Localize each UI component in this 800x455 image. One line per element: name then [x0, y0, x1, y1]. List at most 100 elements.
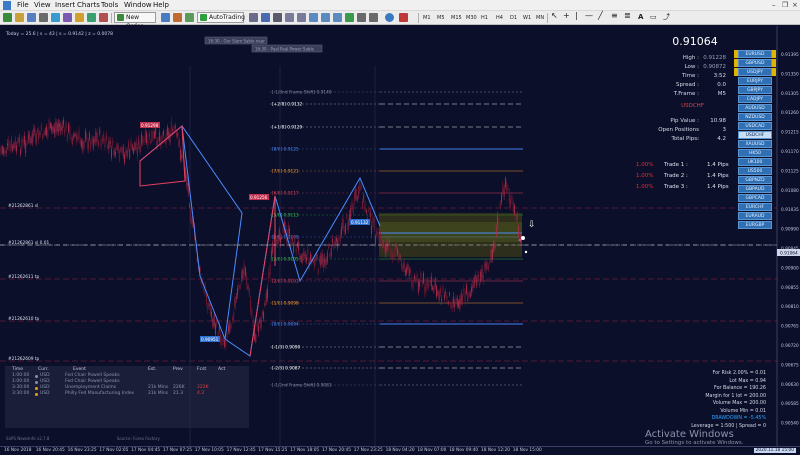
- down-arrow-icon: ⇩: [528, 220, 536, 230]
- cursor-icon[interactable]: ↖: [551, 12, 558, 20]
- autoscroll-icon[interactable]: [333, 13, 342, 22]
- tf-m30[interactable]: M30: [466, 14, 477, 22]
- market-watch-icon[interactable]: [39, 13, 48, 22]
- horizontal-line-icon[interactable]: —: [585, 12, 593, 20]
- menu-window[interactable]: Window: [124, 0, 152, 11]
- equidistant-channel-icon[interactable]: ≡: [611, 12, 618, 20]
- candle-body: [155, 127, 157, 135]
- symbol-button-gbpnzd[interactable]: GBPNZD: [738, 176, 772, 184]
- timeframe-label: T.Frame :: [673, 91, 699, 97]
- menu-view[interactable]: View: [34, 0, 51, 11]
- candle-body: [10, 138, 12, 149]
- tf-m1[interactable]: M1: [423, 14, 431, 22]
- bar-chart-icon[interactable]: [249, 13, 258, 22]
- menu-help[interactable]: Help: [153, 0, 169, 11]
- autotrading-button[interactable]: AutoTrading: [197, 12, 245, 23]
- symbol-button-nzdusd[interactable]: NZDUSD: [738, 113, 772, 121]
- alerts-icon[interactable]: [99, 13, 108, 22]
- candle-body: [104, 139, 106, 148]
- tf-mn[interactable]: MN: [536, 14, 544, 22]
- symbol-button-gbpaud[interactable]: GBPAUD: [738, 185, 772, 193]
- fibonacci-icon[interactable]: ≣: [624, 12, 631, 20]
- indicators-icon[interactable]: [345, 13, 354, 22]
- menu-charts[interactable]: Charts: [77, 0, 100, 11]
- record-icon[interactable]: [399, 13, 408, 22]
- market-icon[interactable]: [185, 13, 194, 22]
- text-label-icon[interactable]: ▭: [650, 13, 657, 21]
- profiles-icon[interactable]: [27, 13, 36, 22]
- tf-w1[interactable]: W1: [523, 14, 531, 22]
- vertical-line-icon[interactable]: |: [575, 12, 578, 20]
- navigator-icon[interactable]: [63, 13, 72, 22]
- candle-body: [306, 257, 307, 261]
- new-order-button[interactable]: New Order: [114, 12, 156, 30]
- symbol-button-euraud[interactable]: EURAUD: [738, 212, 772, 220]
- symbol-button-eurgbp[interactable]: EURGBP: [738, 221, 772, 229]
- candle-body: [503, 188, 505, 197]
- restore-icon[interactable]: ❐: [782, 1, 788, 10]
- candle-body: [309, 254, 311, 261]
- zoom-in-icon[interactable]: [285, 13, 294, 22]
- tf-d1[interactable]: D1: [510, 14, 517, 22]
- line-chart-icon[interactable]: [273, 13, 282, 22]
- symbol-button-hk50[interactable]: HK50: [738, 149, 772, 157]
- tile-windows-icon[interactable]: [309, 13, 318, 22]
- metaeditor-icon[interactable]: [161, 13, 170, 22]
- candle-body: [49, 123, 51, 128]
- templates-icon[interactable]: [369, 13, 378, 22]
- symbol-button-audusd[interactable]: AUDUSD: [738, 104, 772, 112]
- symbol-button-gbpcad[interactable]: GBPCAD: [738, 194, 772, 202]
- candle-body: [363, 194, 365, 201]
- symbol-button-us500[interactable]: US500: [738, 167, 772, 175]
- zoom-out-icon[interactable]: [297, 13, 306, 22]
- symbol-button-eurjpy[interactable]: EURJPY: [738, 77, 772, 85]
- menu-file[interactable]: File: [17, 0, 29, 11]
- symbol-button-usdjpy[interactable]: USDJPY: [738, 68, 772, 76]
- menu-insert[interactable]: Insert: [55, 0, 75, 11]
- terminal-icon[interactable]: [75, 13, 84, 22]
- candle-body: [404, 269, 406, 276]
- tf-h4[interactable]: H4: [496, 14, 503, 22]
- news-row: 3:30:00 USD Philly Fed Manufacturing Index…: [5, 391, 249, 397]
- signals-icon[interactable]: [173, 13, 182, 22]
- minimize-icon[interactable]: –: [772, 1, 776, 10]
- candle-body: [454, 303, 456, 308]
- trendline-icon[interactable]: ╱: [598, 12, 603, 20]
- symbol-button-eurusd[interactable]: EURUSD: [738, 50, 772, 58]
- tf-m15[interactable]: M15: [451, 14, 462, 22]
- new-chart-icon[interactable]: [3, 13, 12, 22]
- close-icon[interactable]: ×: [792, 1, 798, 10]
- symbol-button-cadjpy[interactable]: CADJPY: [738, 95, 772, 103]
- candle-body: [287, 225, 289, 235]
- candle-body: [96, 132, 98, 143]
- impact-dot-icon: [35, 392, 38, 396]
- candle-body: [355, 189, 357, 199]
- symbol-button-gbpjpy[interactable]: GBPJPY: [738, 86, 772, 94]
- candle-body: [212, 319, 214, 328]
- tf-m5[interactable]: M5: [437, 14, 445, 22]
- symbol-button-eurchf[interactable]: EURCHF: [738, 203, 772, 211]
- arrow-shapes-icon[interactable]: ⤴: [663, 13, 670, 21]
- data-window-icon[interactable]: [51, 13, 60, 22]
- candle-body: [83, 141, 85, 148]
- symbol-button-uk100[interactable]: UK100: [738, 158, 772, 166]
- text-icon[interactable]: A: [638, 13, 643, 21]
- globe-icon[interactable]: [385, 13, 394, 22]
- candle-body: [62, 119, 64, 125]
- candle-body: [384, 244, 385, 251]
- risk-line: For Risk 2.00% = 0.01: [712, 371, 766, 376]
- symbol-button-usdcad[interactable]: USDCAD: [738, 122, 772, 130]
- candlestick-icon[interactable]: [261, 13, 270, 22]
- symbol-button-xauusd[interactable]: XAUUSD: [738, 140, 772, 148]
- symbol-button-usdchf[interactable]: USDCHF: [738, 131, 772, 139]
- crosshair-icon[interactable]: +: [563, 12, 570, 20]
- tf-h1[interactable]: H1: [481, 14, 488, 22]
- symbol-button-gbpusd[interactable]: GBPUSD: [738, 59, 772, 67]
- candle-body: [430, 276, 432, 287]
- chart-shift-icon[interactable]: [321, 13, 330, 22]
- menu-tools[interactable]: Tools: [101, 0, 118, 11]
- tester-icon[interactable]: [87, 13, 96, 22]
- open-folder-icon[interactable]: [15, 13, 24, 22]
- periods-icon[interactable]: [357, 13, 366, 22]
- candle-body: [75, 134, 77, 142]
